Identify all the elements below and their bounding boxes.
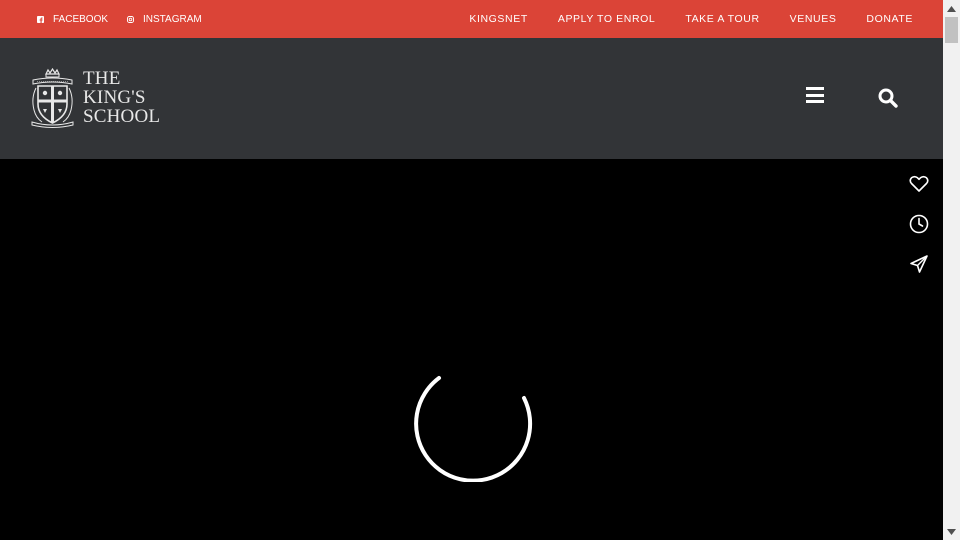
venues-link[interactable]: VENUES [790, 13, 837, 25]
kingsnet-link[interactable]: KINGSNET [469, 13, 527, 25]
hamburger-menu-icon[interactable] [806, 87, 824, 105]
hero-video[interactable] [0, 159, 943, 540]
menu-bar-bottom [806, 100, 824, 103]
scroll-thumb[interactable] [945, 17, 958, 43]
take-a-tour-link[interactable]: TAKE A TOUR [685, 13, 759, 25]
menu-bar-top [806, 87, 824, 90]
instagram-icon [127, 15, 134, 23]
facebook-link[interactable]: FACEBOOK [37, 14, 108, 25]
side-tools [908, 173, 930, 293]
send-icon[interactable] [908, 253, 930, 275]
top-bar: FACEBOOK INSTAGRAM KINGSNET APPLY TO ENR… [0, 0, 943, 38]
search-icon[interactable] [878, 88, 898, 108]
scroll-up-arrow-icon[interactable] [943, 0, 960, 17]
clock-icon[interactable] [908, 213, 930, 235]
apply-to-enrol-link[interactable]: APPLY TO ENROL [558, 13, 656, 25]
page: FACEBOOK INSTAGRAM KINGSNET APPLY TO ENR… [0, 0, 943, 540]
instagram-label: INSTAGRAM [143, 13, 202, 25]
heart-icon[interactable] [908, 173, 930, 195]
vertical-scrollbar[interactable] [943, 0, 960, 540]
wordmark-line-3: SCHOOL [83, 106, 161, 127]
utility-nav: KINGSNET APPLY TO ENROL TAKE A TOUR VENU… [439, 0, 913, 38]
facebook-label: FACEBOOK [53, 13, 109, 25]
donate-link[interactable]: DONATE [866, 13, 913, 25]
facebook-icon [37, 15, 44, 23]
school-wordmark: THE KING'S SCHOOL [83, 69, 160, 126]
site-header: THE KING'S SCHOOL [0, 38, 943, 159]
wordmark-line-2: KING'S [83, 87, 146, 108]
scroll-down-arrow-icon[interactable] [943, 523, 960, 540]
school-logo[interactable]: THE KING'S SCHOOL [30, 68, 160, 128]
menu-bar-middle [806, 93, 824, 97]
crest-icon [31, 68, 74, 128]
loading-spinner [414, 376, 533, 482]
social-links: FACEBOOK INSTAGRAM [37, 0, 221, 38]
instagram-link[interactable]: INSTAGRAM [127, 14, 202, 25]
wordmark-line-1: THE [83, 68, 121, 89]
